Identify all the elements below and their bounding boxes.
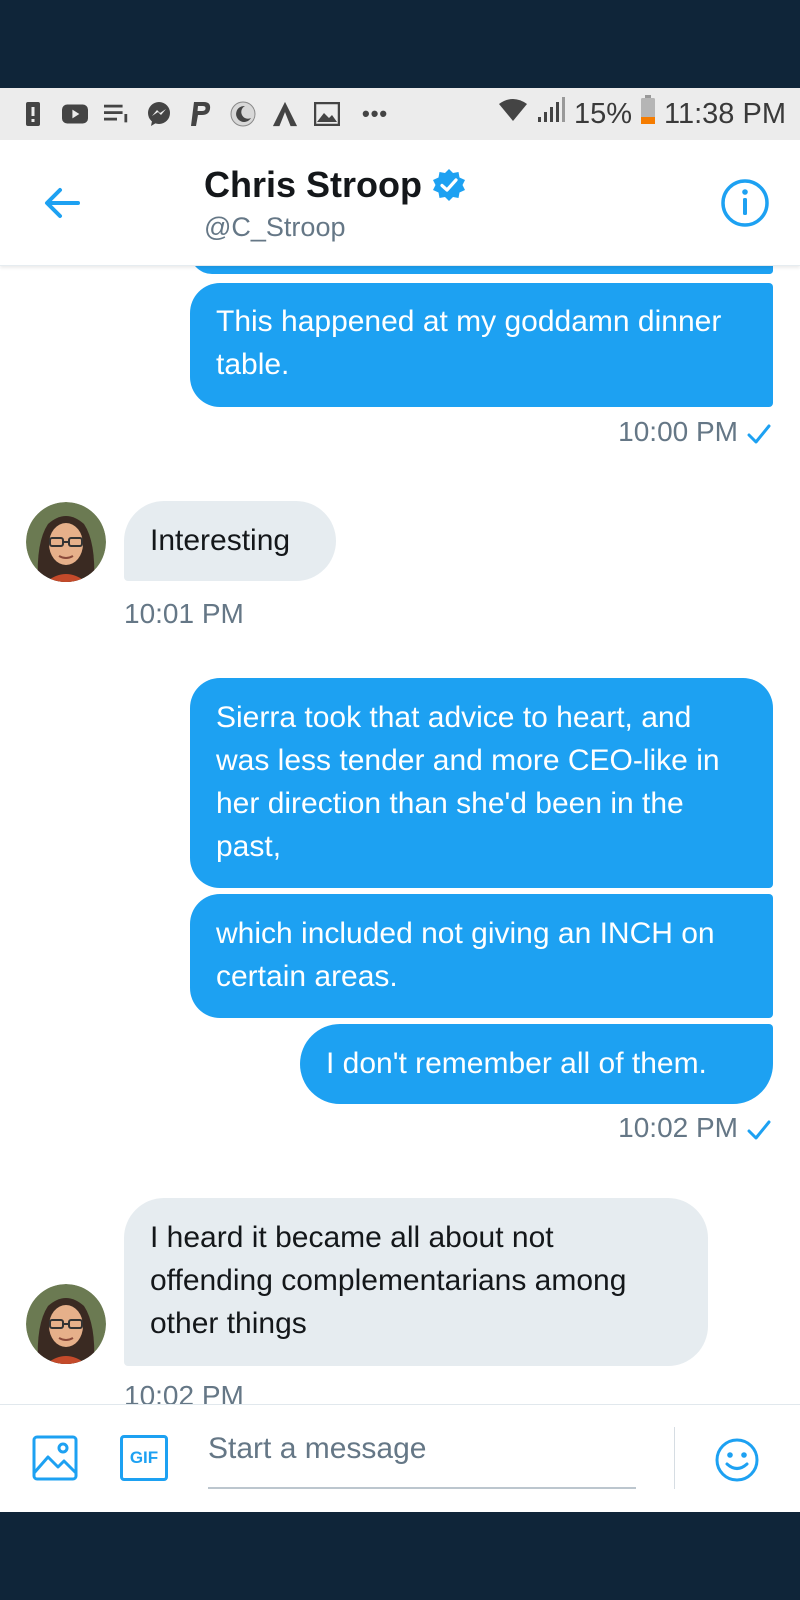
triangle-app-icon: [272, 101, 298, 127]
message-input[interactable]: [208, 1427, 636, 1471]
message-bubble-sent[interactable]: which included not giving an INCH on cer…: [190, 894, 773, 1018]
emoji-icon[interactable]: [714, 1437, 760, 1488]
composer-divider: [674, 1427, 675, 1489]
image-attach-icon[interactable]: [32, 1435, 78, 1486]
bottom-frame-band: [0, 1512, 800, 1600]
status-bar: ••• 15% 11:38 PM: [0, 88, 800, 140]
wifi-icon: [498, 97, 528, 131]
read-check-icon: [747, 424, 771, 444]
contact-name-row[interactable]: Chris Stroop: [204, 164, 466, 206]
message-text: which included not giving an INCH on cer…: [216, 917, 715, 993]
message-composer: GIF: [0, 1404, 800, 1512]
verified-badge-icon: [432, 168, 466, 202]
battery-percent: 15%: [573, 97, 633, 130]
signal-icon: [536, 97, 566, 131]
contact-handle: @C_Stroop: [204, 212, 346, 242]
message-bubble-received[interactable]: I heard it became all about not offendin…: [124, 1198, 708, 1366]
top-frame-band: [0, 0, 800, 88]
more-notifications-icon: •••: [362, 101, 389, 126]
avatar[interactable]: [26, 1284, 106, 1364]
paypal-icon: [188, 101, 214, 127]
info-icon[interactable]: [720, 178, 770, 228]
message-text: I heard it became all about not offendin…: [150, 1221, 627, 1340]
message-text: Sierra took that advice to heart, and wa…: [216, 701, 720, 863]
moon-icon: [230, 101, 256, 127]
message-text: Interesting: [150, 524, 291, 557]
gif-label: GIF: [129, 1448, 159, 1467]
gif-button[interactable]: GIF: [120, 1435, 168, 1481]
message-timestamp: 10:01 PM: [124, 598, 244, 629]
input-underline: [208, 1487, 636, 1489]
back-arrow-icon[interactable]: [38, 178, 88, 228]
message-text: This happened at my goddamn dinner table…: [216, 305, 722, 381]
message-bubble-sent[interactable]: I don't remember all of them.: [300, 1024, 773, 1104]
image-icon: [314, 101, 340, 127]
clock: 11:38 PM: [664, 97, 786, 130]
message-timestamp: 10:02 PM: [124, 1380, 244, 1404]
read-check-icon: [747, 1120, 771, 1140]
contact-name: Chris Stroop: [204, 164, 423, 205]
message-bubble-received[interactable]: Interesting: [124, 501, 336, 581]
message-thread[interactable]: This happened at my goddamn dinner table…: [0, 266, 800, 1404]
notes-icon: [104, 101, 130, 127]
alert-icon: [20, 101, 46, 127]
messenger-icon: [146, 101, 172, 127]
message-bubble-partial: [190, 266, 773, 274]
message-timestamp: 10:00 PM: [618, 416, 772, 448]
youtube-icon: [62, 101, 88, 127]
message-text: I don't remember all of them.: [326, 1047, 707, 1080]
message-timestamp: 10:02 PM: [618, 1112, 772, 1144]
battery-icon: [640, 95, 656, 133]
conversation-header: Chris Stroop @C_Stroop: [0, 140, 800, 266]
message-bubble-sent[interactable]: Sierra took that advice to heart, and wa…: [190, 678, 773, 888]
avatar[interactable]: [26, 502, 106, 582]
message-bubble-sent[interactable]: This happened at my goddamn dinner table…: [190, 283, 773, 407]
